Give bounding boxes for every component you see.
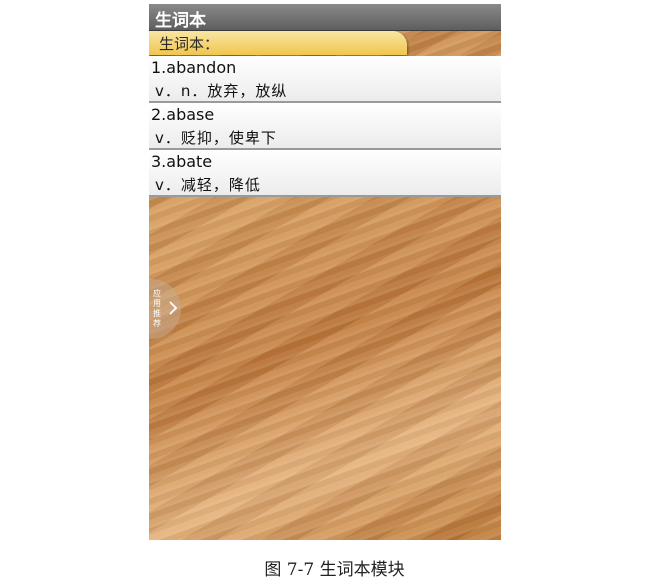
- vocab-word: 2.abase: [151, 105, 215, 124]
- vocab-meaning: v．贬抑，使卑下: [155, 129, 277, 147]
- section-label: 生词本：: [159, 35, 220, 53]
- list-item[interactable]: 3.abate v．减轻，降低: [149, 150, 501, 197]
- vocab-list: 1.abandon v．n．放弃，放纵 2.abase v．贬抑，使卑下 3.a…: [149, 56, 501, 197]
- vocab-meaning: v．减轻，降低: [155, 176, 261, 194]
- vocab-meaning: v．n．放弃，放纵: [155, 82, 288, 100]
- app-title: 生词本: [155, 11, 206, 31]
- section-tab[interactable]: 生词本：: [149, 31, 407, 55]
- vocab-word: 1.abandon: [151, 58, 237, 77]
- app-title-bar: 生词本: [149, 4, 501, 31]
- vocab-word: 3.abate: [151, 152, 213, 171]
- chevron-right-icon: [169, 301, 178, 315]
- phone-screen: 生词本 生词本： 1.abandon v．n．放弃，放纵 2.abase v．贬…: [149, 4, 501, 540]
- list-item[interactable]: 2.abase v．贬抑，使卑下: [149, 103, 501, 150]
- list-item[interactable]: 1.abandon v．n．放弃，放纵: [149, 56, 501, 103]
- app-recommend-label: 应用推荐: [153, 289, 161, 328]
- figure-caption: 图 7-7 生词本模块: [264, 560, 405, 580]
- app-recommend-tab[interactable]: 应用推荐: [149, 279, 181, 339]
